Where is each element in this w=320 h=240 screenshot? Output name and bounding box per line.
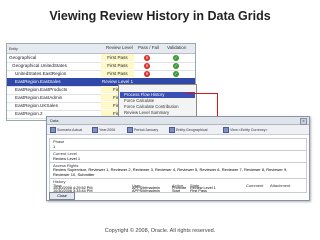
- pov-entity[interactable]: Entity:Geographical: [169, 127, 207, 133]
- dimension-icon: [223, 127, 229, 133]
- pov-scenario[interactable]: Scenario:Actual: [50, 127, 82, 133]
- slide-title: Viewing Review History in Data Grids: [49, 9, 271, 23]
- fail-icon: ✕: [144, 63, 150, 69]
- process-flow-history-dialog: Data × Scenario:Actual Year:2006 Period:…: [46, 116, 310, 201]
- dimension-icon: [127, 127, 133, 133]
- dialog-title-bar: Data ×: [47, 117, 309, 125]
- validation-ok-icon: ✓: [173, 55, 179, 61]
- phase-value: 1: [53, 144, 56, 149]
- history-action: Start: [172, 189, 181, 193]
- history-col-attachment: Attachment: [270, 183, 291, 188]
- pass-fail-column-header[interactable]: Pass / Fail: [138, 45, 159, 50]
- pov-period[interactable]: Period:January: [127, 127, 158, 133]
- fail-icon: ✕: [144, 71, 150, 77]
- history-state: First Pass: [190, 189, 207, 193]
- dimension-icon: [50, 127, 56, 133]
- pov-toolbar: Scenario:Actual Year:2006 Period:January…: [47, 125, 309, 135]
- access-rights-value: Review Supervisor, Reviewer 1, Reviewer …: [53, 167, 288, 177]
- history-box: History Time User Action State Comment A…: [49, 178, 307, 193]
- validation-ok-icon: ✓: [173, 63, 179, 69]
- history-col-comment: Comment: [246, 183, 264, 188]
- entity-column-header: Entity: [9, 47, 18, 51]
- validation-column-header[interactable]: Validation: [167, 45, 186, 50]
- fail-icon: ✕: [144, 55, 150, 61]
- history-user: APPS\hfmadmin: [132, 189, 160, 193]
- grid-header: Entity Review Level Pass / Fail Validati…: [7, 44, 195, 54]
- dimension-icon: [169, 127, 175, 133]
- current-level-value: Review Level 1: [53, 156, 81, 161]
- review-level-column-header[interactable]: Review Level: [106, 45, 133, 50]
- validation-ok-icon: ✓: [173, 71, 179, 77]
- close-window-button[interactable]: Close Window: [49, 192, 75, 200]
- copyright-footer: Copyright © 2008, Oracle. All rights res…: [104, 228, 216, 234]
- dialog-title: Data: [50, 118, 59, 123]
- pov-year[interactable]: Year:2006: [92, 127, 115, 133]
- access-rights-box: Access Rights Review Supervisor, Reviewe…: [49, 162, 307, 179]
- close-icon[interactable]: ×: [300, 118, 307, 125]
- pov-view[interactable]: View:<Entity Currency>: [223, 127, 268, 133]
- dimension-icon: [92, 127, 98, 133]
